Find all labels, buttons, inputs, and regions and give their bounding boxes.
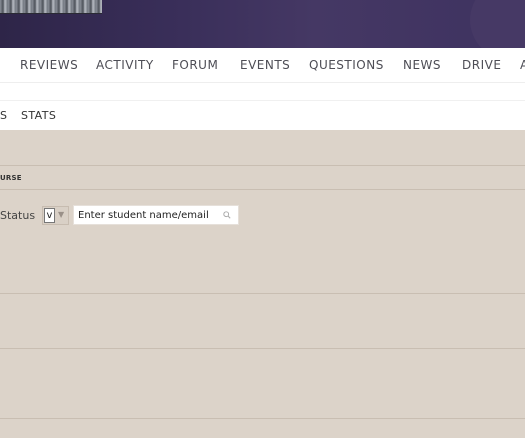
main-nav: REVIEWS ACTIVITY FORUM EVENTS QUESTIONS …: [0, 48, 525, 82]
nav-item-activity[interactable]: ACTIVITY: [96, 48, 154, 82]
divider: [0, 348, 525, 349]
banner-decoration: [470, 0, 525, 48]
sub-nav-item-partial[interactable]: S: [0, 101, 7, 130]
divider: [0, 189, 525, 190]
status-filter-label: Status: [0, 209, 36, 222]
chevron-down-icon[interactable]: ▼: [58, 210, 64, 219]
nav-item-reviews[interactable]: REVIEWS: [20, 48, 78, 82]
nav-item-news[interactable]: NEWS: [403, 48, 441, 82]
search-icon[interactable]: [223, 211, 231, 219]
banner-image: [0, 0, 102, 14]
nav-item-more[interactable]: A: [520, 48, 525, 82]
nav-item-forum[interactable]: FORUM: [172, 48, 218, 82]
nav-spacer: [0, 82, 525, 100]
section-label: URSE: [0, 174, 22, 182]
nav-item-events[interactable]: EVENTS: [240, 48, 290, 82]
status-select-value[interactable]: v: [44, 208, 55, 223]
student-search[interactable]: [73, 205, 239, 225]
nav-item-questions[interactable]: QUESTIONS: [309, 48, 384, 82]
status-select[interactable]: v ▼: [42, 206, 69, 225]
header-banner: [0, 0, 525, 48]
sub-nav: S STATS: [0, 100, 525, 130]
nav-item-drive[interactable]: DRIVE: [462, 48, 501, 82]
sub-nav-item-stats[interactable]: STATS: [21, 101, 56, 130]
student-search-input[interactable]: [78, 208, 218, 223]
divider: [0, 418, 525, 419]
divider: [0, 165, 525, 166]
divider: [0, 293, 525, 294]
